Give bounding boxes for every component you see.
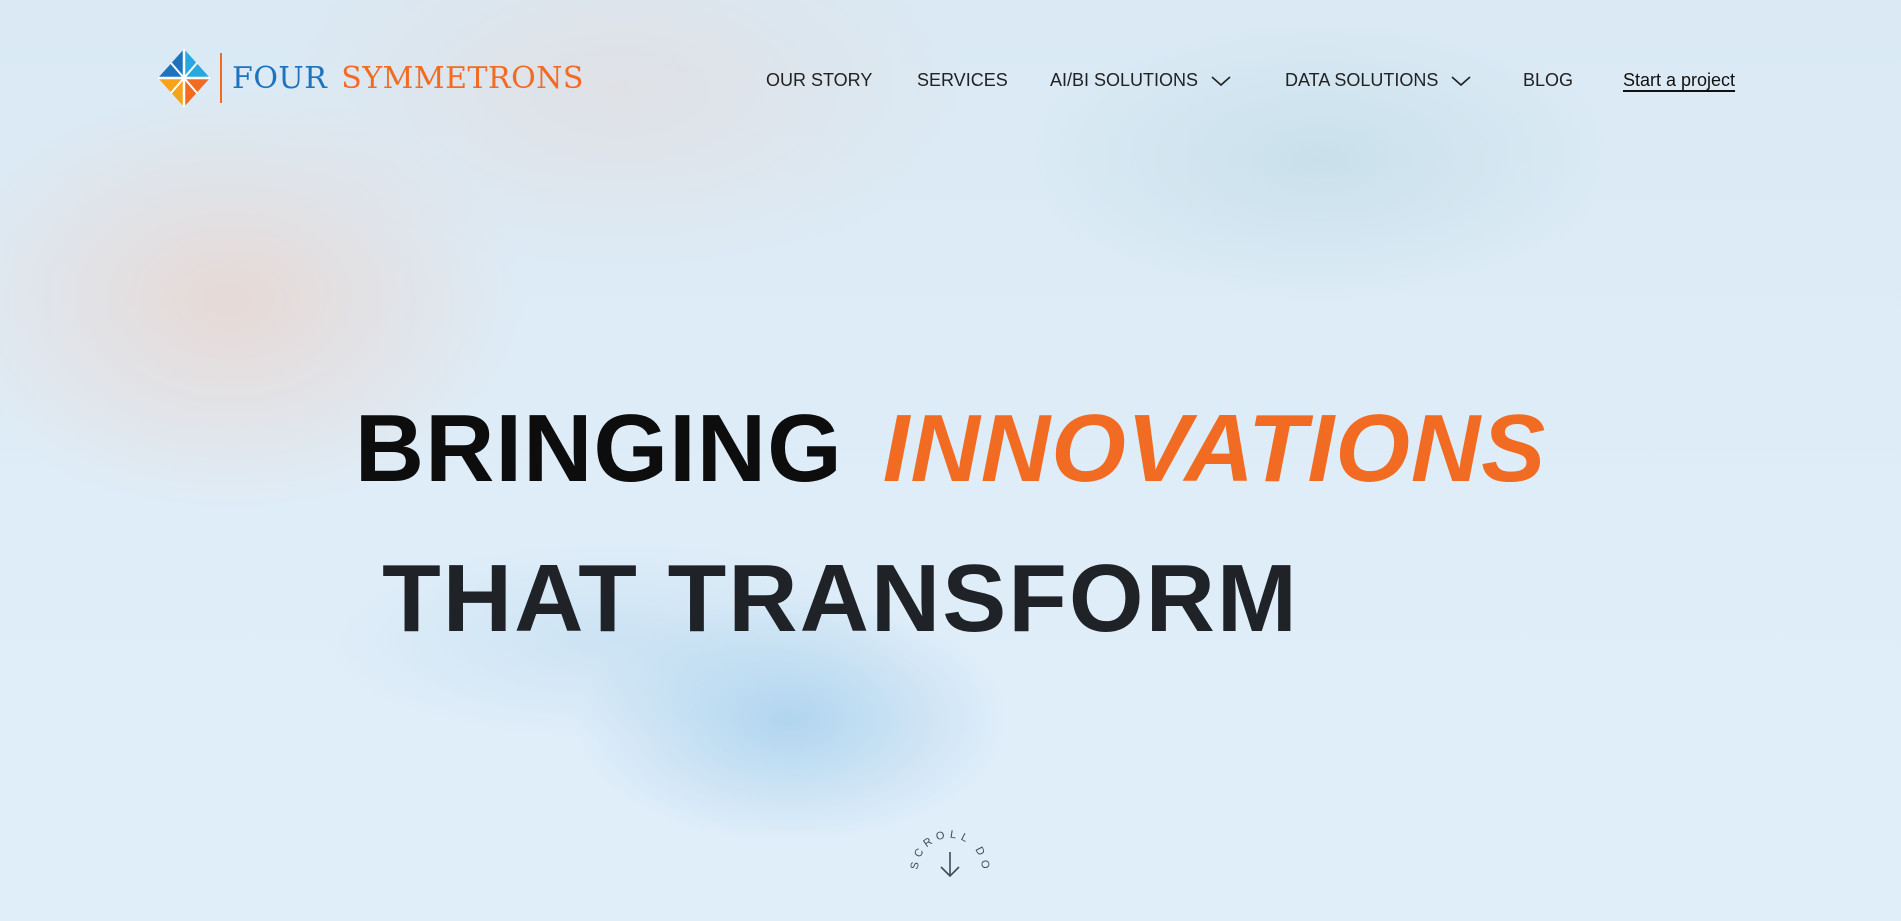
nav-ai-bi-label: AI/BI SOLUTIONS [1050,70,1199,90]
hero-heading-line2: THAT TRANSFORM [382,545,1299,653]
site-header: FOUR SYMMETRONS OUR STORY SERVICES AI/BI… [0,0,1901,160]
hero-word-bringing: BRINGING [354,395,843,503]
main-nav: OUR STORY SERVICES AI/BI SOLUTIONS DATA … [0,70,1901,94]
nav-our-story-label: OUR STORY [766,70,873,90]
chevron-down-icon [1451,75,1471,86]
nav-data-label: DATA SOLUTIONS [1285,70,1439,90]
arrow-down-icon [940,852,960,878]
nav-ai-bi-solutions[interactable]: AI/BI SOLUTIONS [1050,70,1232,91]
hero-heading-line1: BRINGING INNOVATIONS [0,394,1901,504]
nav-services[interactable]: SERVICES [917,70,1008,91]
nav-blog-label: BLOG [1523,70,1574,90]
nav-data-solutions[interactable]: DATA SOLUTIONS [1285,70,1472,91]
nav-our-story[interactable]: OUR STORY [766,70,872,91]
scroll-down-badge: SCROLL DOWN [893,801,991,878]
nav-blog[interactable]: BLOG [1523,70,1573,91]
start-project-label: Start a project [1623,70,1736,90]
chevron-down-icon [1211,75,1231,86]
scroll-down-button[interactable]: SCROLL DOWN [893,801,1000,900]
nav-services-label: SERVICES [917,70,1008,90]
scroll-down-label: SCROLL DOWN [900,810,991,874]
start-project-link[interactable]: Start a project [1623,70,1735,91]
hero-word-innovations: INNOVATIONS [882,395,1547,503]
